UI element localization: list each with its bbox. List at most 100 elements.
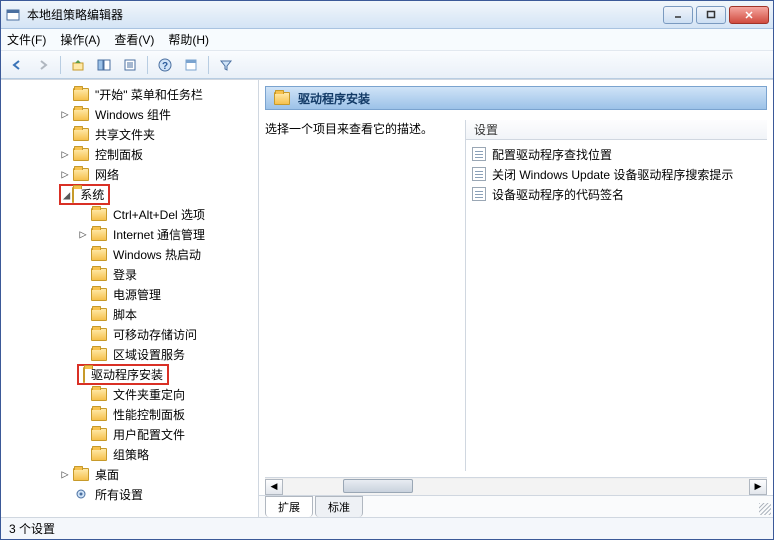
tree-item-label[interactable]: 性能控制面板 [111,405,187,424]
scroll-thumb[interactable] [343,479,413,493]
tree-item[interactable]: 组策略 [3,444,256,464]
app-icon [5,7,21,23]
tree-item-label[interactable]: 登录 [111,265,139,284]
tree-pane[interactable]: "开始" 菜单和任务栏 ▷ Windows 组件共享文件夹 ▷ 控制面板 ▷ 网络 ◢ 系统 Ct… [1,80,259,517]
tree-item[interactable]: ▷ Internet 通信管理 [3,224,256,244]
menu-view[interactable]: 查看(V) [114,31,154,48]
svg-text:?: ? [162,61,168,72]
show-hide-tree-button[interactable] [92,54,116,76]
maximize-button[interactable] [696,6,726,24]
resize-grip[interactable] [759,503,771,515]
tree-item-label[interactable]: Internet 通信管理 [111,225,207,244]
scroll-track[interactable] [283,479,749,495]
tree-item-label[interactable]: 系统 [78,187,106,203]
folder-icon [73,108,89,121]
help-button[interactable]: ? [153,54,177,76]
folder-icon [91,388,107,401]
content-area: "开始" 菜单和任务栏 ▷ Windows 组件共享文件夹 ▷ 控制面板 ▷ 网络 ◢ 系统 Ct… [1,79,773,517]
menubar: 文件(F) 操作(A) 查看(V) 帮助(H) [1,29,773,51]
list-item-label: 关闭 Windows Update 设备驱动程序搜索提示 [492,166,733,183]
folder-icon [73,88,89,101]
tree-item[interactable]: ▷ Windows 组件 [3,104,256,124]
filter-button[interactable] [214,54,238,76]
up-button[interactable] [66,54,90,76]
scroll-right-button[interactable]: ▶ [749,479,767,495]
tree-item-label[interactable]: Windows 热启动 [111,245,203,264]
tree-item[interactable]: 登录 [3,264,256,284]
tree-item-label[interactable]: 驱动程序安装 [89,367,165,383]
tab-strip: 扩展 标准 [259,495,773,517]
tree-item[interactable]: "开始" 菜单和任务栏 [3,84,256,104]
tree-item[interactable]: 驱动程序安装 [3,364,256,384]
tree-item-label[interactable]: 所有设置 [93,485,145,504]
folder-icon [72,187,74,203]
list-item[interactable]: 设备驱动程序的代码签名 [466,184,767,204]
expand-toggle[interactable]: ▷ [59,147,71,161]
forward-button[interactable] [31,54,55,76]
settings-column-header[interactable]: 设置 [466,120,767,140]
close-button[interactable] [729,6,769,24]
tab-standard[interactable]: 标准 [315,496,363,517]
titlebar: 本地组策略编辑器 [1,1,773,29]
folder-icon [274,92,290,105]
expand-toggle[interactable]: ▷ [77,227,89,241]
tree-item-label[interactable]: 区域设置服务 [111,345,187,364]
tree-item[interactable]: 用户配置文件 [3,424,256,444]
folder-icon [91,348,107,361]
folder-icon [73,468,89,481]
tree-item-label[interactable]: 网络 [93,165,121,184]
menu-help[interactable]: 帮助(H) [168,31,209,48]
scroll-left-button[interactable]: ◀ [265,479,283,495]
toolbar: ? [1,51,773,79]
menu-action[interactable]: 操作(A) [60,31,100,48]
highlight-box: ◢ 系统 [59,184,110,205]
expand-toggle[interactable]: ▷ [59,167,71,181]
tree-item[interactable]: ▷ 桌面 [3,464,256,484]
menu-file[interactable]: 文件(F) [7,31,46,48]
tree-item[interactable]: 所有设置 [3,484,256,504]
folder-icon [91,208,107,221]
list-item[interactable]: 配置驱动程序查找位置 [466,144,767,164]
tab-extended[interactable]: 扩展 [265,496,313,517]
properties-button[interactable] [179,54,203,76]
tree-item-label[interactable]: 控制面板 [93,145,145,164]
tree-item[interactable]: 脚本 [3,304,256,324]
tree-item[interactable]: 文件夹重定向 [3,384,256,404]
description-column: 选择一个项目来查看它的描述。 [265,120,465,471]
tree-item-label[interactable]: Windows 组件 [93,105,173,124]
tree-item-label[interactable]: 桌面 [93,465,121,484]
tree-item-label[interactable]: "开始" 菜单和任务栏 [93,85,205,104]
folder-icon [91,288,107,301]
tree-item-label[interactable]: 可移动存储访问 [111,325,199,344]
tree-item[interactable]: Ctrl+Alt+Del 选项 [3,204,256,224]
minimize-button[interactable] [663,6,693,24]
status-text: 3 个设置 [9,520,55,537]
tree-item[interactable]: ◢ 系统 [3,184,256,204]
folder-icon [91,248,107,261]
tree-item-label[interactable]: 文件夹重定向 [111,385,187,404]
highlight-box: 驱动程序安装 [77,364,169,385]
folder-icon [73,128,89,141]
tree-item-label[interactable]: Ctrl+Alt+Del 选项 [111,205,207,224]
tree-item[interactable]: 区域设置服务 [3,344,256,364]
tree-item-label[interactable]: 电源管理 [111,285,163,304]
tree-item[interactable]: 电源管理 [3,284,256,304]
tree-item[interactable]: Windows 热启动 [3,244,256,264]
folder-icon [91,268,107,281]
expand-toggle[interactable]: ▷ [59,107,71,121]
tree-item-label[interactable]: 组策略 [111,445,151,464]
tree-item-label[interactable]: 用户配置文件 [111,425,187,444]
window-buttons [663,6,769,24]
tree-item[interactable]: ▷ 控制面板 [3,144,256,164]
expand-toggle[interactable]: ◢ [63,188,70,202]
tree-item[interactable]: 性能控制面板 [3,404,256,424]
export-button[interactable] [118,54,142,76]
list-item[interactable]: 关闭 Windows Update 设备驱动程序搜索提示 [466,164,767,184]
tree-item-label[interactable]: 共享文件夹 [93,125,157,144]
tree-item[interactable]: ▷ 网络 [3,164,256,184]
back-button[interactable] [5,54,29,76]
tree-item[interactable]: 共享文件夹 [3,124,256,144]
tree-item[interactable]: 可移动存储访问 [3,324,256,344]
expand-toggle[interactable]: ▷ [59,467,71,481]
tree-item-label[interactable]: 脚本 [111,305,139,324]
